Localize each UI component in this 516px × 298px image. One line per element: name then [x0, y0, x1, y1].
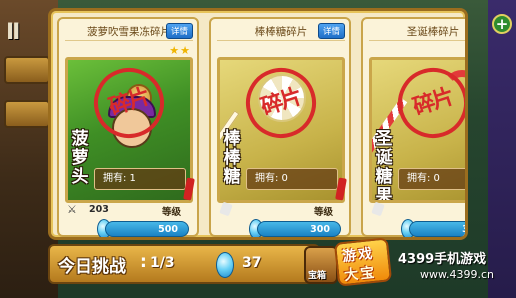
vertical-name: 菠萝头: [71, 129, 89, 187]
game-box-logo: 游戏 大宝: [333, 237, 393, 287]
level-label: 等级: [466, 204, 468, 218]
card-art: 碎片 菠萝头 拥有: 1: [65, 57, 193, 203]
fragment-card[interactable]: 棒棒糖碎片 详情 碎片 棒棒糖 拥有: 0 等级 300: [209, 17, 351, 237]
detail-button[interactable]: 详情: [317, 23, 345, 39]
sword-icon: ⚔: [67, 203, 77, 216]
challenge-progress: 1/3: [150, 255, 175, 271]
owned-count: 拥有: 0: [246, 168, 338, 190]
gem-count: 37: [242, 255, 262, 271]
power-value: 203: [89, 204, 109, 215]
fragment-card[interactable]: 圣诞棒碎片 详情 碎片 圣诞糖果 拥有: 0 等级 300: [361, 17, 468, 237]
buy-price-button[interactable]: 300: [409, 221, 465, 237]
vertical-name: 棒棒糖: [223, 129, 241, 187]
challenge-colon: :: [140, 252, 147, 272]
chest-label: 宝箱: [308, 271, 327, 281]
card-title: 圣诞棒碎片: [369, 23, 465, 41]
pencil-icon: [219, 201, 233, 217]
owned-count: 拥有: 1: [94, 168, 186, 190]
buy-price-button[interactable]: 300: [257, 221, 341, 237]
fragment-stamp: 碎片: [236, 60, 326, 148]
site-watermark: 4399手机游戏 www.4399.cn: [398, 248, 508, 288]
card-art: 碎片 棒棒糖 拥有: 0: [217, 57, 345, 203]
pause-button[interactable]: II: [6, 20, 20, 45]
hud-button-2[interactable]: [4, 100, 50, 128]
rarity-stars: ★★: [169, 44, 191, 57]
challenge-label: 今日挑战: [58, 257, 126, 277]
card-art: 碎片 圣诞糖果 拥有: 0: [369, 57, 465, 203]
hud-button-1[interactable]: [4, 56, 50, 84]
card-footer: 等级: [369, 201, 468, 218]
card-list: 菠萝吹雪果冻碎片 详情 ★★ 碎片 菠萝头 拥有: 1 ⚔ 203 等级 500: [57, 17, 468, 237]
card-footer: 等级: [217, 177, 347, 218]
site-url: www.4399.cn: [420, 268, 494, 281]
detail-button[interactable]: 详情: [165, 23, 193, 39]
fragment-stamp: 碎片: [84, 60, 174, 148]
level-label: 等级: [161, 207, 181, 218]
card-footer: ⚔ 203 等级: [65, 177, 195, 218]
level-label: 等级: [313, 207, 333, 218]
buy-price-button[interactable]: 500: [105, 221, 189, 237]
pencil-icon: [371, 201, 385, 217]
daily-challenge-bar: 今日挑战 : 1/3 37: [48, 244, 320, 284]
vertical-name: 圣诞糖果: [375, 129, 393, 203]
owned-count: 拥有: 0: [398, 168, 465, 190]
site-name: 4399手机游戏: [398, 252, 487, 267]
logo-line-2: 大宝: [343, 264, 378, 284]
plus-icon[interactable]: +: [492, 14, 512, 34]
fragment-card[interactable]: 菠萝吹雪果冻碎片 详情 ★★ 碎片 菠萝头 拥有: 1 ⚔ 203 等级 500: [57, 17, 199, 237]
treasure-chest-button[interactable]: 宝箱: [304, 246, 338, 284]
gem-icon: [216, 252, 234, 278]
fragment-shop-panel: 菠萝吹雪果冻碎片 详情 ★★ 碎片 菠萝头 拥有: 1 ⚔ 203 等级 500: [48, 8, 468, 240]
